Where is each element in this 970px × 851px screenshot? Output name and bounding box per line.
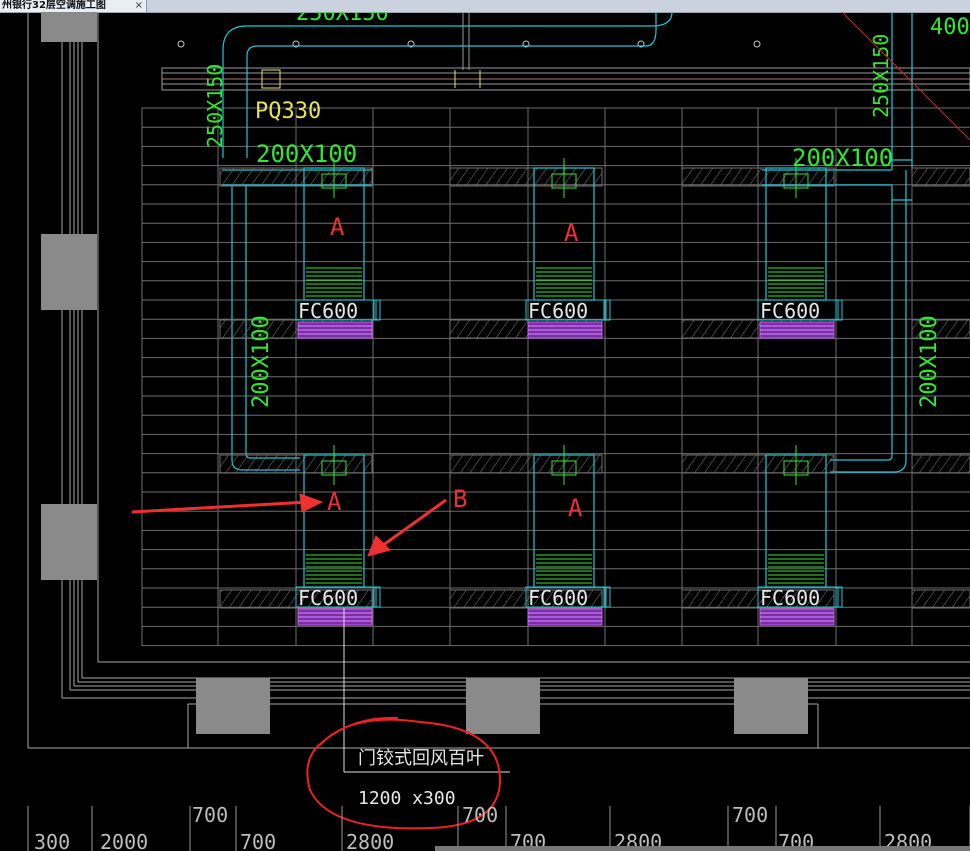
annotation-arrows bbox=[131, 493, 447, 557]
dimension-label: 300 bbox=[34, 830, 70, 851]
dimension-label: 700 bbox=[462, 803, 498, 827]
fc-unit-label: FC600 bbox=[298, 299, 358, 323]
close-icon[interactable]: × bbox=[135, 0, 143, 12]
column bbox=[41, 504, 97, 580]
label-duct-top: 250X150 bbox=[296, 12, 389, 26]
label-branch-left: 200X100 bbox=[256, 140, 357, 168]
column bbox=[41, 12, 97, 42]
dimension-label: 700 bbox=[732, 803, 768, 827]
marker-a: A bbox=[568, 494, 583, 522]
callout-louver-name: 门铰式回风百叶 bbox=[358, 748, 484, 769]
diffuser-strip bbox=[449, 167, 603, 187]
callout-louver-size: 1200 x300 bbox=[358, 788, 456, 809]
cad-drawing-canvas[interactable]: FC600 FC600 FC600 FC600 FC600 FC600 250X150 2… bbox=[0, 12, 970, 851]
diffuser-strip bbox=[681, 454, 835, 474]
dimension-label: 700 bbox=[240, 830, 276, 851]
label-top-right-corner: 400 bbox=[930, 15, 970, 40]
diffuser-strip bbox=[911, 167, 970, 187]
column bbox=[41, 234, 97, 310]
marker-a: A bbox=[564, 219, 579, 247]
fc-unit-label: FC600 bbox=[760, 586, 820, 610]
fc-unit-label: FC600 bbox=[528, 586, 588, 610]
diffuser-strip bbox=[911, 454, 970, 474]
column bbox=[734, 678, 808, 734]
label-riser-right: 200X100 bbox=[917, 315, 942, 408]
building-walls bbox=[27, 12, 970, 749]
marker-a: A bbox=[330, 213, 345, 241]
column bbox=[466, 678, 540, 734]
diffuser-strip bbox=[219, 167, 373, 187]
dimension-label: 2800 bbox=[346, 830, 394, 851]
drawing-tab[interactable]: 州银行32层空调施工图 × bbox=[0, 0, 147, 12]
label-riser-left: 200X100 bbox=[249, 315, 274, 408]
annotation-markers: A A A A B bbox=[327, 213, 583, 522]
marker-a: A bbox=[327, 488, 342, 516]
label-duct-left-vert: 250X150 bbox=[203, 64, 227, 148]
pipe-band bbox=[161, 12, 970, 91]
diffuser-strip bbox=[911, 589, 970, 609]
fc-unit-label: FC600 bbox=[528, 299, 588, 323]
label-pq: PQ330 bbox=[255, 99, 321, 124]
dimension-label: 2000 bbox=[100, 830, 148, 851]
label-duct-right-vert: 250X150 bbox=[869, 34, 893, 118]
fc-unit-label: FC600 bbox=[760, 299, 820, 323]
diffuser-strip bbox=[449, 454, 603, 474]
horizontal-scrollbar[interactable] bbox=[435, 846, 970, 851]
dimension-row: 300 2000700700 2800700700 2800700700 2800 bbox=[27, 803, 970, 851]
drawing-tab-title: 州银行32层空调施工图 bbox=[2, 0, 106, 11]
column bbox=[196, 678, 270, 734]
marker-b: B bbox=[453, 485, 467, 513]
diffuser-strip bbox=[219, 454, 373, 474]
dimension-label: 700 bbox=[192, 803, 228, 827]
label-branch-right: 200X100 bbox=[792, 144, 893, 172]
fc-unit-label: FC600 bbox=[298, 586, 358, 610]
